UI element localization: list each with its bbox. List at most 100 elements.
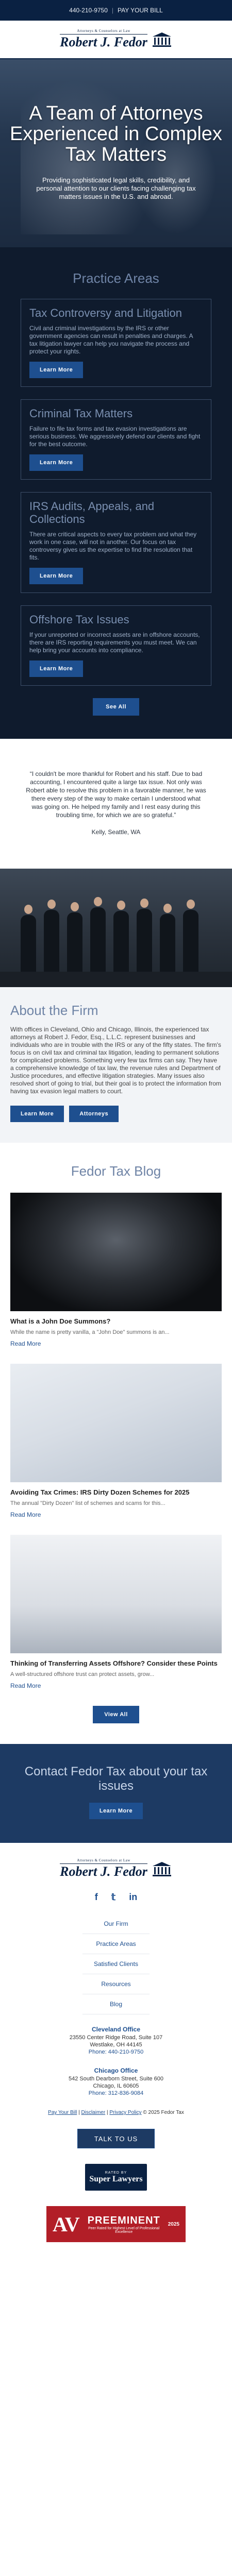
logo-tagline: Attorneys & Counselors at Law — [60, 29, 147, 35]
practice-areas-section: Practice Areas Tax Controversy and Litig… — [0, 247, 232, 739]
blog-post-title[interactable]: Avoiding Tax Crimes: IRS Dirty Dozen Sch… — [10, 1488, 222, 1497]
office-address-line: Chicago, IL 60605 — [93, 2083, 139, 2089]
av-preeminent-badge[interactable]: AV PREEMINENT Peer Rated for Highest Lev… — [46, 2206, 186, 2242]
pay-bill-link[interactable]: PAY YOUR BILL — [118, 7, 163, 14]
office-chicago: Chicago Office 542 South Dearborn Street… — [10, 2067, 222, 2097]
footer-logo-tagline: Attorneys & Counselors at Law — [60, 1858, 147, 1864]
team-photo — [0, 869, 232, 987]
practice-card-title: Criminal Tax Matters — [29, 407, 133, 420]
practice-card-title: Offshore Tax Issues — [29, 613, 129, 626]
av-mark: AV — [53, 2212, 80, 2236]
top-bar: 440-210-9750 | PAY YOUR BILL — [0, 0, 232, 21]
blog-post-image[interactable] — [10, 1535, 222, 1653]
read-more-link[interactable]: Read More — [10, 1511, 41, 1518]
pay-your-bill-link[interactable]: Pay Your Bill — [48, 2110, 77, 2115]
learn-more-button[interactable]: Learn More — [29, 362, 84, 378]
courthouse-icon — [152, 32, 171, 47]
blog-post-title[interactable]: What is a John Doe Summons? — [10, 1317, 222, 1326]
blog-section: Fedor Tax Blog What is a John Doe Summon… — [0, 1143, 232, 1744]
office-name: Chicago Office — [94, 2067, 138, 2074]
social-links: f 𝕥 in — [10, 1892, 222, 1903]
divider: | — [111, 7, 114, 14]
attorneys-button[interactable]: Attorneys — [69, 1106, 119, 1122]
courthouse-icon — [152, 1861, 171, 1876]
footer-nav-blog[interactable]: Blog — [82, 1994, 150, 2014]
team-member-head — [117, 901, 125, 910]
cta-title: Contact Fedor Tax about your tax issues — [24, 1765, 208, 1793]
super-lawyers-badge[interactable]: RATED BY Super Lawyers — [85, 2164, 147, 2191]
team-member-figure — [183, 910, 198, 972]
practice-card: Offshore Tax Issues If your unreported o… — [21, 605, 211, 686]
testimonial-section: “I couldn't be more thankful for Robert … — [0, 739, 232, 869]
team-member-figure — [90, 907, 106, 972]
twitter-icon[interactable]: 𝕥 — [111, 1892, 115, 1903]
footer-nav-practice-areas[interactable]: Practice Areas — [82, 1934, 150, 1954]
team-member-figure — [67, 912, 82, 972]
footer-nav: Our Firm Practice Areas Satisfied Client… — [10, 1914, 222, 2014]
facebook-icon[interactable]: f — [95, 1892, 98, 1903]
blog-post-title[interactable]: Thinking of Transferring Assets Offshore… — [10, 1659, 222, 1668]
team-member-head — [47, 900, 56, 909]
logo-name: Robert J. Fedor — [60, 35, 147, 49]
about-buttons: Learn More Attorneys — [10, 1106, 222, 1122]
hero-title: A Team of Attorneys Experienced in Compl… — [10, 103, 222, 165]
hero-section: A Team of Attorneys Experienced in Compl… — [0, 59, 232, 247]
blog-post: Avoiding Tax Crimes: IRS Dirty Dozen Sch… — [10, 1364, 222, 1519]
about-text: With offices in Cleveland, Ohio and Chic… — [10, 1026, 221, 1095]
blog-post-excerpt: While the name is pretty vanilla, a "Joh… — [10, 1329, 170, 1335]
team-member-head — [24, 905, 32, 914]
practice-card: Tax Controversy and Litigation Civil and… — [21, 299, 211, 387]
blog-title: Fedor Tax Blog — [71, 1163, 161, 1179]
office-address-line: Westlake, OH 44145 — [90, 2042, 142, 2048]
office-phone[interactable]: Phone: 312-836-9084 — [10, 2090, 222, 2097]
hero-subtitle: Providing sophisticated legal skills, cr… — [36, 176, 196, 200]
practice-card: IRS Audits, Appeals, and Collections The… — [21, 492, 211, 593]
av-badge-year: 2025 — [168, 2221, 179, 2227]
office-address-line: 23550 Center Ridge Road, Suite 107 — [69, 2035, 163, 2041]
read-more-link[interactable]: Read More — [10, 1340, 41, 1347]
learn-more-button[interactable]: Learn More — [29, 454, 84, 471]
practice-card-text: There are critical aspects to every tax … — [29, 531, 197, 561]
practice-areas-title: Practice Areas — [73, 270, 159, 286]
practice-card-text: Civil and criminal investigations by the… — [29, 325, 193, 355]
practice-card-title: IRS Audits, Appeals, and Collections — [29, 500, 155, 526]
team-member-head — [140, 899, 148, 908]
blog-post-image[interactable] — [10, 1364, 222, 1482]
about-title: About the Firm — [10, 1003, 98, 1018]
blog-post: What is a John Doe Summons? While the na… — [10, 1193, 222, 1348]
site-logo[interactable]: Attorneys & Counselors at Law Robert J. … — [60, 29, 172, 50]
logo-text: Attorneys & Counselors at Law Robert J. … — [60, 29, 147, 50]
practice-card-text: If your unreported or incorrect assets a… — [29, 631, 200, 654]
team-member-figure — [21, 915, 36, 972]
site-header: Attorneys & Counselors at Law Robert J. … — [0, 21, 232, 59]
team-member-figure — [160, 914, 175, 972]
privacy-policy-link[interactable]: Privacy Policy — [109, 2110, 141, 2115]
footer-logo[interactable]: Attorneys & Counselors at Law Robert J. … — [10, 1858, 222, 1879]
av-badge-text: PREEMINENT Peer Rated for Highest Level … — [86, 2215, 162, 2234]
linkedin-icon[interactable]: in — [129, 1892, 137, 1903]
footer-nav-resources[interactable]: Resources — [82, 1974, 150, 1994]
office-address-line: 542 South Dearborn Street, Suite 600 — [68, 2076, 164, 2082]
about-learn-more-button[interactable]: Learn More — [10, 1106, 64, 1122]
phone-link[interactable]: 440-210-9750 — [69, 7, 108, 14]
about-section: About the Firm With offices in Cleveland… — [0, 987, 232, 1143]
talk-to-us-button[interactable]: TALK TO US — [77, 2129, 155, 2148]
blog-post-excerpt: The annual "Dirty Dozen" list of schemes… — [10, 1500, 165, 1506]
learn-more-button[interactable]: Learn More — [29, 660, 84, 677]
practice-card-text: Failure to file tax forms and tax evasio… — [29, 425, 201, 448]
footer-nav-satisfied-clients[interactable]: Satisfied Clients — [82, 1954, 150, 1974]
see-all-button[interactable]: See All — [93, 698, 139, 716]
office-phone[interactable]: Phone: 440-210-9750 — [10, 2048, 222, 2056]
av-badge-title: PREEMINENT — [87, 2214, 160, 2226]
read-more-link[interactable]: Read More — [10, 1682, 41, 1689]
footer-nav-our-firm[interactable]: Our Firm — [82, 1914, 150, 1934]
team-member-figure — [113, 911, 129, 972]
disclaimer-link[interactable]: Disclaimer — [81, 2110, 106, 2115]
team-member-figure — [137, 909, 152, 972]
team-member-head — [163, 904, 172, 913]
view-all-button[interactable]: View All — [93, 1706, 139, 1723]
blog-post-image[interactable] — [10, 1193, 222, 1311]
cta-learn-more-button[interactable]: Learn More — [89, 1803, 143, 1819]
learn-more-button[interactable]: Learn More — [29, 568, 84, 584]
photo-floor — [0, 972, 232, 987]
